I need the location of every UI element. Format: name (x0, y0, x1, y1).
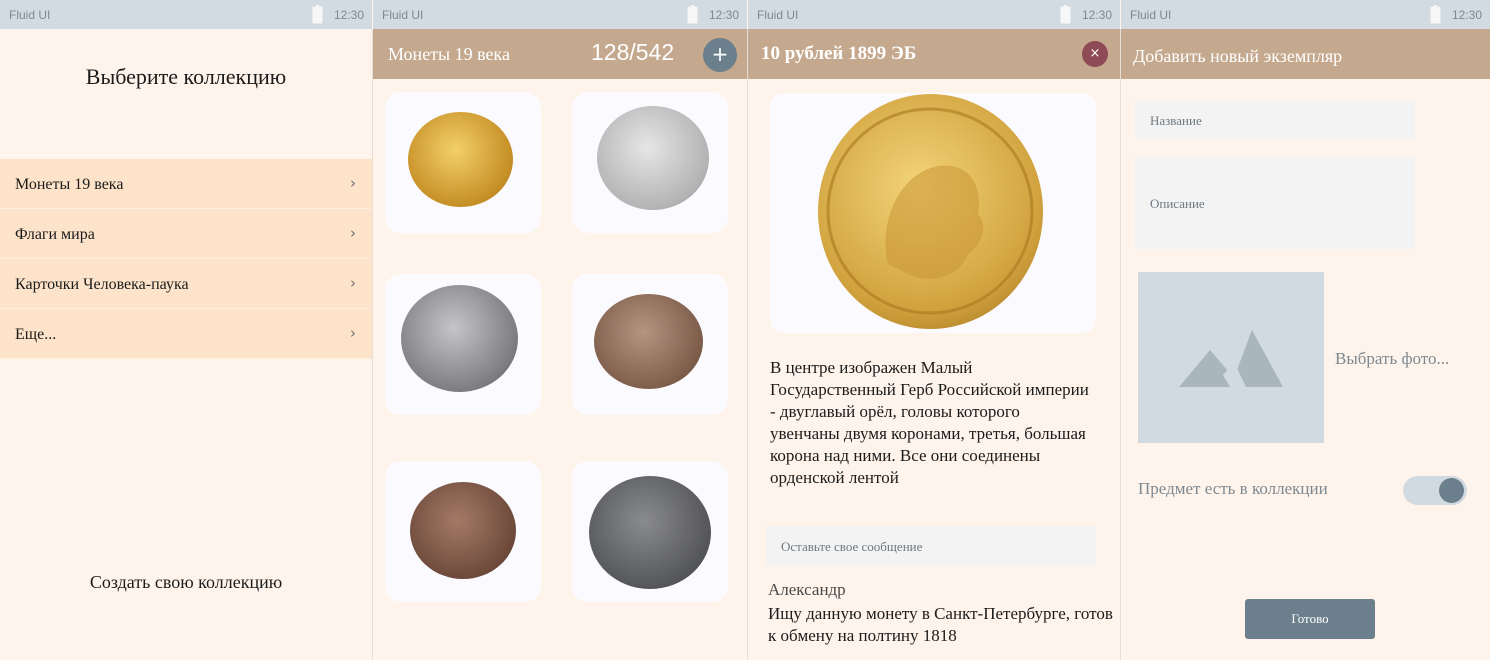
app-bar: Монеты 19 века 128/542 + (373, 29, 747, 79)
add-button[interactable]: + (703, 38, 737, 72)
comment-text: Ищу данную монету в Санкт-Петербурге, го… (768, 604, 1113, 645)
battery-icon (313, 5, 322, 23)
collection-item-label: Еще... (15, 326, 57, 343)
page-title: Выберите коллекцию (85, 64, 287, 89)
app-bar: Добавить новый экземпляр (1121, 29, 1490, 79)
coin-card[interactable] (385, 92, 541, 233)
chevron-right-icon: › (350, 274, 356, 292)
collection-item-label: Флаги мира (15, 226, 95, 243)
coin-card[interactable] (385, 274, 541, 415)
image-icon (1179, 330, 1283, 387)
description-placeholder: Описание (1150, 196, 1205, 211)
collection-item-coins[interactable]: Монеты 19 века › (0, 159, 372, 209)
collections-list: Монеты 19 века › Флаги мира › Карточки Ч… (0, 159, 372, 359)
status-bar: Fluid UI 12:30 (373, 0, 747, 29)
toggle-knob (1439, 478, 1464, 503)
pick-photo-button[interactable]: Выбрать фото... (1335, 349, 1449, 369)
status-app-name: Fluid UI (9, 8, 51, 22)
dark-kopek-coin-image (589, 476, 711, 589)
coin-image-card (770, 93, 1096, 333)
comment-author: Александр (768, 580, 846, 599)
collection-item-spiderman[interactable]: Карточки Человека-паука › (0, 259, 372, 309)
status-bar: Fluid UI 12:30 (748, 0, 1120, 29)
message-input[interactable]: Оставьте свое сообщение (766, 526, 1096, 565)
status-time: 12:30 (1081, 8, 1112, 22)
collection-item-more[interactable]: Еще... › (0, 309, 372, 359)
coins-list-screen: Fluid UI 12:30 Монеты 19 века 128/542 + (373, 0, 747, 660)
silver-wreath-coin-image (401, 285, 518, 392)
coin-detail-screen: Fluid UI 12:30 10 рублей 1899 ЭБ × В цен… (748, 0, 1120, 660)
chevron-right-icon: › (350, 324, 356, 342)
status-app-name: Fluid UI (1130, 8, 1172, 22)
copper-wreath-coin-2-image (410, 482, 516, 579)
battery-icon (1061, 5, 1070, 23)
collection-item-label: Карточки Человека-паука (15, 276, 189, 293)
silver-crown-coin-image (597, 106, 709, 210)
coin-description: В центре изображен Малый Государственный… (770, 358, 1089, 487)
in-collection-label: Предмет есть в коллекции (1138, 479, 1328, 498)
status-app-name: Fluid UI (757, 8, 799, 22)
page-title: Добавить новый экземпляр (1133, 46, 1343, 66)
coin-card[interactable] (572, 274, 728, 415)
add-item-screen: Fluid UI 12:30 Добавить новый экземпляр … (1121, 0, 1490, 660)
collections-screen: Fluid UI 12:30 Выберите коллекцию Монеты… (0, 0, 372, 660)
page-title: Монеты 19 века (388, 44, 510, 64)
status-app-name: Fluid UI (382, 8, 424, 22)
coin-card[interactable] (572, 461, 728, 602)
copper-wreath-coin-image (594, 294, 703, 389)
chevron-right-icon: › (350, 224, 356, 242)
status-time: 12:30 (1451, 8, 1482, 22)
create-collection-button[interactable]: Создать свою коллекцию (0, 572, 372, 593)
in-collection-toggle[interactable] (1403, 476, 1467, 505)
coin-profile-image (826, 107, 1034, 315)
page-title: 10 рублей 1899 ЭБ (761, 43, 917, 64)
collection-item-flags[interactable]: Флаги мира › (0, 209, 372, 259)
status-bar: Fluid UI 12:30 (0, 0, 372, 29)
status-bar: Fluid UI 12:30 (1121, 0, 1490, 29)
coin-card[interactable] (572, 92, 728, 233)
battery-icon (688, 5, 697, 23)
app-bar: 10 рублей 1899 ЭБ × (748, 29, 1120, 79)
status-time: 12:30 (333, 8, 364, 22)
coin-card[interactable] (385, 461, 541, 602)
chevron-right-icon: › (350, 174, 356, 192)
coin-photo (818, 94, 1043, 329)
gold-nicholas-coin-image (408, 112, 513, 207)
name-placeholder: Название (1150, 113, 1202, 128)
status-time: 12:30 (708, 8, 739, 22)
description-field[interactable]: Описание (1135, 156, 1415, 249)
done-button[interactable]: Готово (1245, 599, 1375, 639)
collection-item-label: Монеты 19 века (15, 176, 124, 193)
message-placeholder: Оставьте свое сообщение (781, 539, 923, 554)
photo-placeholder[interactable] (1138, 272, 1324, 443)
battery-icon (1431, 5, 1440, 23)
close-button[interactable]: × (1082, 41, 1108, 67)
name-field[interactable]: Название (1135, 100, 1415, 139)
collection-count: 128/542 (591, 39, 675, 65)
